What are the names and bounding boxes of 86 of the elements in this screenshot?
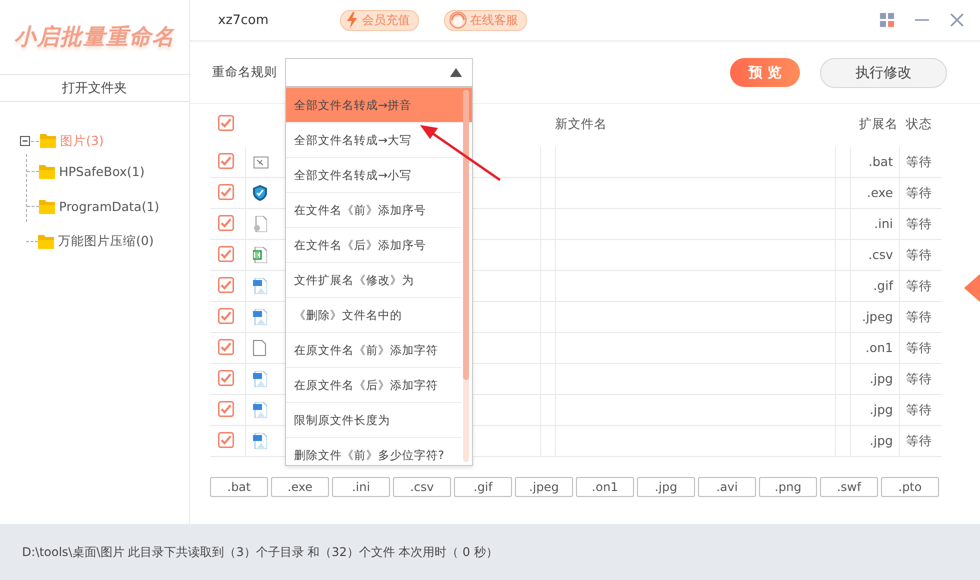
collapse-icon[interactable] [20, 136, 30, 146]
extension-filter-button[interactable]: .on1 [576, 477, 634, 497]
extension-filter-button[interactable]: .jpeg [515, 477, 573, 497]
shield-icon [253, 185, 267, 201]
checkbox[interactable] [218, 246, 234, 262]
menu-option[interactable]: 文件扩展名《修改》为 [286, 263, 462, 298]
checkbox[interactable] [218, 214, 234, 230]
folder-icon [38, 234, 54, 248]
menu-option[interactable]: 删除文件《前》多少位字符? [286, 438, 462, 465]
table-cell: .csv [868, 247, 893, 262]
table-cell-text: 等待 [905, 184, 933, 202]
close-icon[interactable] [950, 13, 964, 27]
folder-icon [40, 134, 56, 148]
checkbox[interactable] [218, 184, 234, 200]
image-file-icon [253, 371, 267, 387]
folder-icon [39, 164, 55, 178]
table-cell-text: 等待 [905, 154, 933, 170]
extension-filter-button[interactable]: .pto [881, 477, 939, 497]
folder-icon [39, 200, 55, 214]
image-file-icon [253, 309, 267, 325]
status-text: D:\tools\桌面\图片 此目录下共读取到（3）个子目录 和（32）个文件 本次用时（ 0 秒） [22, 544, 498, 560]
table-cell-text: 等待 [905, 340, 933, 356]
image-file-icon [253, 433, 267, 449]
extension-filter-button[interactable]: .csv [393, 477, 451, 497]
table-cell-text: 等待 [905, 216, 933, 232]
extension-filter-button[interactable]: .ini [332, 477, 390, 497]
rule-label: 重命名规则 [212, 64, 277, 81]
apply-button[interactable]: 执行修改 [820, 58, 947, 88]
image-file-icon [253, 278, 267, 294]
tree-item[interactable]: ProgramData(1) [59, 199, 160, 214]
table-cell: .jpg [870, 402, 893, 417]
menu-option[interactable]: 在文件名《后》添加序号 [286, 228, 462, 263]
checkbox[interactable] [218, 308, 234, 324]
extension-filter-button[interactable]: .avi [698, 477, 756, 497]
app-logo: 小启批量重命名 [14, 24, 175, 52]
table-cell: .jpg [870, 433, 893, 448]
table-cell: .exe [866, 185, 893, 200]
table-cell-text: 等待 [905, 278, 933, 294]
open-folder-button[interactable]: 打开文件夹 [0, 74, 189, 102]
extension-filter-button[interactable]: .gif [454, 477, 512, 497]
menu-option[interactable]: 全部文件名转成→小写 [286, 158, 462, 193]
blank-file-icon [253, 340, 266, 356]
table-cell: .gif [873, 278, 893, 293]
table-cell: .on1 [866, 340, 893, 355]
menu-option[interactable]: 限制原文件长度为 [286, 403, 462, 438]
checkbox[interactable] [218, 400, 234, 416]
tree-item[interactable]: 万能图片压缩(0) [58, 233, 154, 250]
table-cell-text: 等待 [905, 308, 933, 326]
collapse-tab-icon[interactable] [964, 274, 980, 302]
extension-filter-button[interactable]: .bat [210, 477, 268, 497]
extension-filter-button[interactable]: .jpg [637, 477, 695, 497]
checkbox[interactable] [218, 152, 234, 168]
spreadsheet-file-icon [253, 247, 267, 263]
table-cell: .ini [874, 216, 893, 231]
lightning-icon [345, 12, 359, 28]
checkbox[interactable] [218, 114, 234, 130]
extension-filter-button[interactable]: .exe [271, 477, 329, 497]
column-header: 扩展名 [859, 116, 898, 132]
tree-item[interactable]: HPSafeBox(1) [59, 164, 145, 179]
column-header: 状态 [904, 116, 933, 132]
skin-icon[interactable] [880, 13, 894, 27]
menu-option[interactable]: 全部文件名转成→拼音 [286, 88, 472, 123]
checkbox[interactable] [218, 432, 234, 448]
table-cell-text: 等待 [905, 370, 933, 388]
table-cell: .bat [868, 154, 893, 169]
scrollbar[interactable] [463, 90, 469, 462]
site-label: xz7com [218, 12, 270, 28]
column-header: 新文件名 [555, 116, 608, 132]
settings-file-icon [253, 216, 267, 232]
table-cell: .jpg [870, 371, 893, 386]
table-cell: .jpeg [862, 309, 893, 324]
headset-icon [449, 11, 467, 29]
script-file-icon [253, 154, 269, 170]
image-file-icon [253, 402, 267, 418]
table-cell-text: 等待 [905, 432, 933, 450]
menu-option[interactable]: 《删除》文件名中的 [286, 298, 462, 333]
checkbox[interactable] [218, 338, 234, 354]
table-cell-text: 等待 [905, 246, 933, 264]
menu-option[interactable]: 在原文件名《后》添加字符 [286, 368, 462, 403]
checkbox[interactable] [218, 370, 234, 386]
checkbox[interactable] [218, 276, 234, 292]
menu-option[interactable]: 在文件名《前》添加序号 [286, 193, 462, 228]
extension-filter-button[interactable]: .swf [820, 477, 878, 497]
menu-option[interactable]: 在原文件名《前》添加字符 [286, 333, 462, 368]
table-cell-text: 等待 [905, 402, 933, 418]
extension-filter-button[interactable]: .png [759, 477, 817, 497]
